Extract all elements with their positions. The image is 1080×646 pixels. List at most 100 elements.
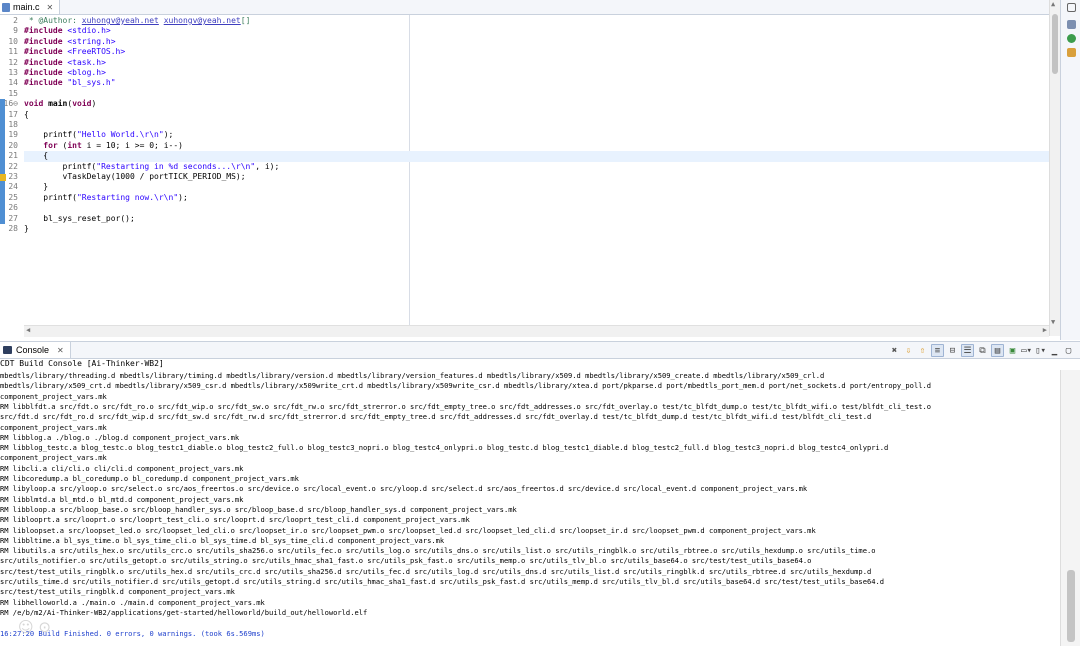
show-error-icon[interactable]: ≡: [931, 344, 944, 357]
previous-error-icon[interactable]: ⇧: [917, 345, 928, 356]
line-number: 2: [13, 16, 18, 25]
editor-tab-label: main.c: [13, 2, 40, 12]
new-console-icon[interactable]: ▯▾: [1035, 345, 1046, 356]
scroll-lock-icon[interactable]: ⊟: [947, 345, 958, 356]
code-line: }: [24, 182, 48, 192]
editor-horizontal-scrollbar[interactable]: ◀ ▶: [24, 325, 1049, 337]
code-line: printf("Hello World.\r\n");: [24, 130, 173, 140]
code-token: #include: [24, 78, 63, 88]
code-token: vTaskDelay(1000 / portTICK_PERIOD_MS);: [24, 172, 246, 181]
code-token: ): [91, 99, 97, 109]
warning-marker-icon[interactable]: [0, 173, 6, 181]
code-token: #include: [24, 26, 63, 36]
line-number-gutter: 2 9 10 11 12 13 14 15 16⊖ 17 18 19 20 21 22 23 24 25 26 27 2…: [0, 15, 20, 325]
code-token: );: [163, 130, 174, 140]
build-targets-icon[interactable]: [1067, 34, 1076, 43]
clear-console-icon[interactable]: ✖: [889, 345, 900, 356]
console-line: src/test/test_utils_ringblk.d component_…: [0, 587, 235, 597]
console-line: RM libbltime.a bl_sys_time.o bl_sys_time…: [0, 535, 445, 545]
editor-vertical-scrollbar[interactable]: ▲ ▼: [1049, 0, 1060, 336]
code-line: * @Author: xuhongv@yeah.net xuhongv@yeah…: [24, 16, 251, 26]
code-token: * @Author:: [24, 16, 82, 25]
scroll-down-arrow-icon[interactable]: ▼: [1051, 318, 1055, 326]
line-number: 9: [13, 26, 18, 36]
minimize-console-icon[interactable]: ▁: [1049, 345, 1060, 356]
open-console-icon[interactable]: ▣: [1007, 345, 1018, 356]
code-token: <task.h>: [62, 57, 106, 67]
code-line: {: [24, 151, 1049, 162]
code-token: []: [240, 16, 251, 25]
code-token: }: [24, 224, 29, 233]
console-line: RM libblmtd.a bl_mtd.o bl_mtd.d componen…: [0, 494, 244, 504]
restore-icon[interactable]: [1067, 3, 1076, 12]
editor-scroll-thumb[interactable]: [1052, 14, 1058, 74]
code-line: vTaskDelay(1000 / portTICK_PERIOD_MS);: [24, 172, 246, 182]
console-line: RM /e/b/m2/Ai-Thinker-WB2/applications/g…: [0, 607, 368, 617]
word-wrap-icon[interactable]: ☰: [961, 344, 974, 357]
code-token: bl_sys_reset_por();: [24, 213, 135, 223]
console-line: component_project_vars.mk: [0, 422, 107, 432]
scroll-up-arrow-icon[interactable]: ▲: [1051, 0, 1055, 8]
code-token: <blog.h>: [62, 68, 106, 77]
pin-console-icon[interactable]: ▤: [991, 344, 1004, 357]
line-number: 12: [8, 57, 18, 67]
code-token: #include: [24, 68, 63, 77]
include-browser-icon[interactable]: [1067, 48, 1076, 57]
code-token: i = 10; i >= 0; i--): [81, 140, 183, 150]
code-editor[interactable]: 2 9 10 11 12 13 14 15 16⊖ 17 18 19 20 21 22 23 24 25 26 27 2…: [0, 15, 1049, 325]
code-token: void: [24, 99, 44, 109]
code-token: <string.h>: [62, 36, 116, 46]
code-token: xuhongv@yeah.net: [163, 16, 241, 25]
next-error-icon[interactable]: ⇩: [903, 345, 914, 356]
console-line: mbedtls/library/threading.d mbedtls/libr…: [0, 371, 825, 380]
code-line: printf("Restarting now.\r\n");: [24, 193, 188, 203]
console-line: src/fdt.d src/fdt_ro.d src/fdt_wip.d src…: [0, 412, 872, 422]
code-line: #include <string.h>: [24, 37, 116, 47]
console-line: RM libloopset.a src/loopset_led.o src/lo…: [0, 525, 816, 535]
console-line: mbedtls/library/x509_crt.d mbedtls/libra…: [0, 381, 932, 391]
console-icon: [3, 346, 12, 354]
display-selected-console-icon[interactable]: ▭▾: [1021, 345, 1032, 356]
editor-tabbar: main.c ✕: [0, 0, 1080, 15]
console-line: RM libyloop.a src/yloop.o src/select.o s…: [0, 484, 808, 494]
scroll-left-arrow-icon[interactable]: ◀: [26, 326, 30, 334]
console-line: src/utils_notifier.o src/utils_getopt.o …: [0, 556, 812, 566]
code-line: void main(void): [24, 99, 96, 109]
code-token: <stdio.h>: [62, 26, 111, 36]
code-token: #include: [24, 36, 63, 46]
code-token: , i);: [255, 161, 280, 171]
code-token: #include: [24, 57, 63, 67]
editor-tab-main-c[interactable]: main.c ✕: [0, 0, 61, 14]
close-tab-icon[interactable]: ✕: [47, 3, 54, 12]
code-line: #include <FreeRTOS.h>: [24, 47, 125, 57]
console-line: src/utils_time.d src/utils_notifier.d sr…: [0, 577, 885, 586]
console-vertical-scrollbar[interactable]: [1060, 370, 1080, 646]
console-toolbar: ✖ ⇩ ⇧ ≡ ⊟ ☰ ⧉ ▤ ▣ ▭▾ ▯▾ ▁ ▢: [889, 344, 1074, 357]
code-token: {: [24, 109, 29, 119]
maximize-console-icon[interactable]: ▢: [1063, 345, 1074, 356]
console-line: RM libcoredump.a bl_coredump.o bl_coredu…: [0, 474, 299, 483]
close-console-icon[interactable]: ✕: [57, 346, 64, 355]
code-token: "Restarting in %d seconds...\r\n": [96, 161, 256, 171]
console-line: RM libblog.a ./blog.o ./blog.d component…: [0, 432, 240, 442]
c-file-icon: [2, 2, 10, 12]
console-line: RM libutils.a src/utils_hex.o src/utils_…: [0, 546, 876, 556]
code-token: }: [24, 182, 49, 192]
quick-diff-marker: [0, 99, 5, 224]
copy-build-log-icon[interactable]: ⧉: [977, 345, 988, 356]
console-line: component_project_vars.mk: [0, 453, 107, 463]
code-line: #include <stdio.h>: [24, 26, 111, 36]
console-line: RM liblooprt.a src/looprt.o src/looprt_t…: [0, 515, 470, 525]
outline-view-icon[interactable]: [1067, 20, 1076, 29]
console-output[interactable]: mbedtls/library/threading.d mbedtls/libr…: [0, 370, 1060, 646]
console-scroll-thumb[interactable]: [1067, 570, 1075, 642]
console-title: CDT Build Console [Ai-Thinker-WB2]: [0, 359, 164, 368]
console-tab[interactable]: Console ✕: [0, 342, 71, 358]
code-line: {: [24, 110, 29, 120]
code-line: #include <task.h>: [24, 58, 106, 68]
console-line: RM libblfdt.a src/fdt.o src/fdt_ro.o src…: [0, 401, 932, 411]
code-token: "Hello World.\r\n": [76, 130, 164, 140]
code-token: xuhongv@yeah.net: [81, 16, 159, 25]
scroll-right-arrow-icon[interactable]: ▶: [1043, 326, 1047, 334]
code-token: printf(: [24, 130, 77, 140]
